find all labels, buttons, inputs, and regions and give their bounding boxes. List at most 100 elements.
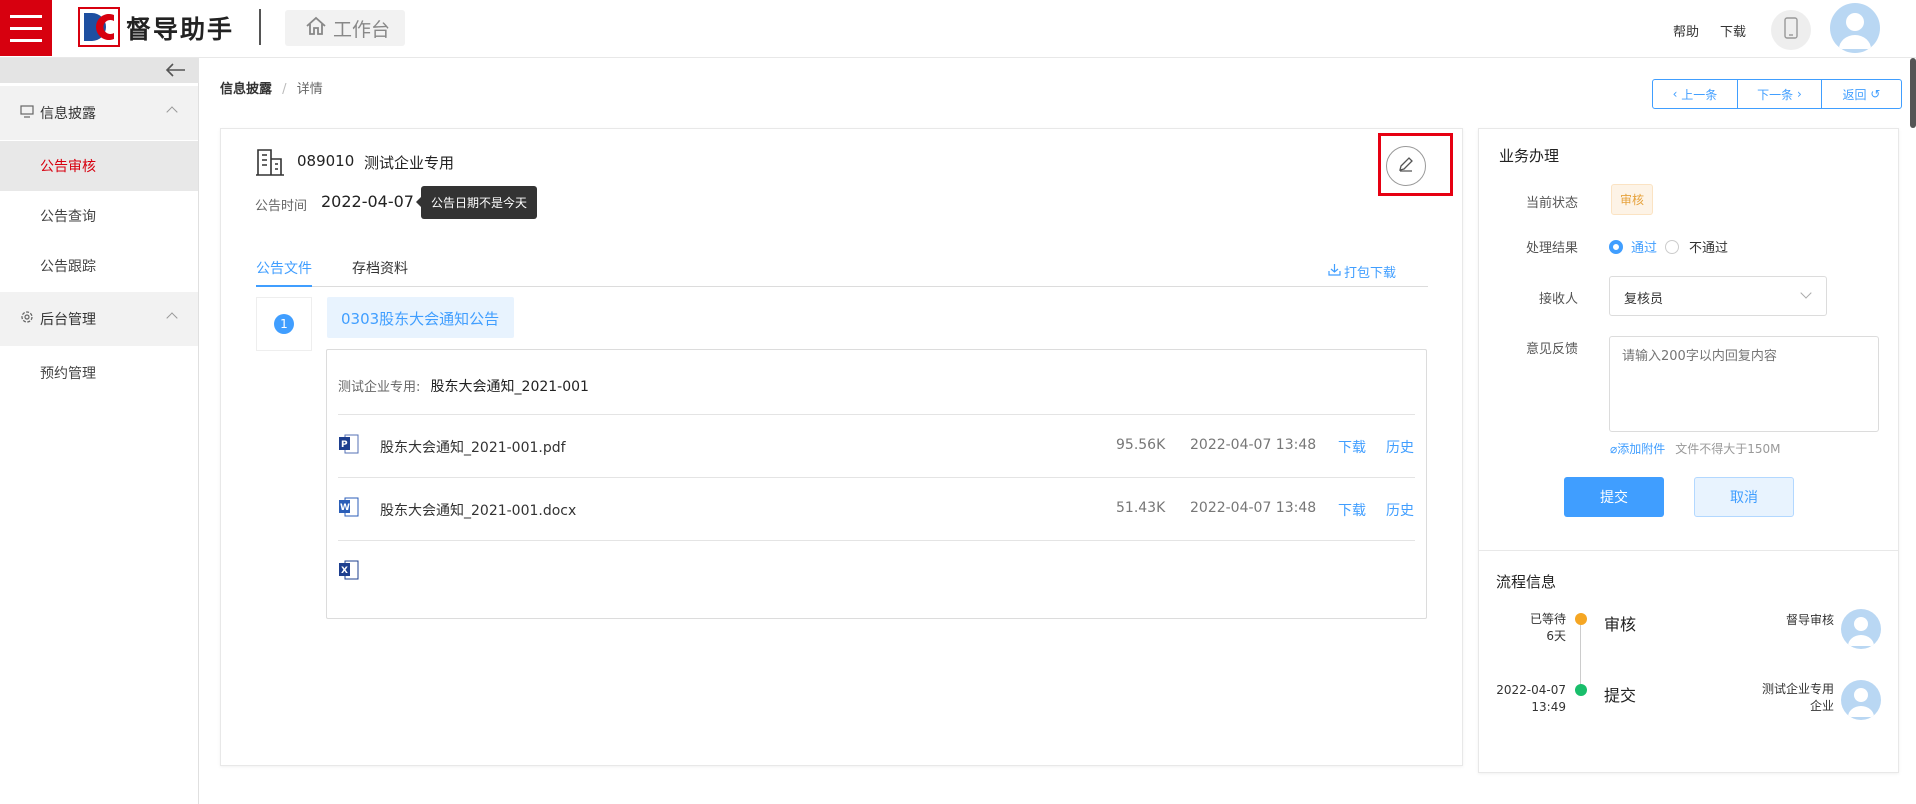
file-download-link[interactable]: 下载 <box>1338 437 1366 457</box>
user-avatar[interactable] <box>1830 3 1880 53</box>
attachment-hint: 文件不得大于150M <box>1675 442 1781 456</box>
document-prefix: 测试企业专用: <box>338 380 421 395</box>
process-step-user: 督导审核 <box>1785 613 1834 627</box>
feedback-label: 意见反馈 <box>1525 342 1578 357</box>
breadcrumb-separator: / <box>282 82 287 97</box>
monitor-icon <box>20 104 34 122</box>
brand-name: 督导助手 <box>126 15 235 44</box>
submit-button[interactable]: 提交 <box>1564 477 1664 517</box>
document-header: 测试企业专用: 股东大会通知_2021-001 <box>338 376 589 396</box>
radio-fail[interactable] <box>1665 239 1680 254</box>
add-attachment-label: 添加附件 <box>1617 442 1666 456</box>
file-download-link[interactable]: 下载 <box>1338 500 1366 520</box>
workspace-button[interactable]: 工作台 <box>285 10 405 46</box>
record-navigation: ‹ 上一条 下一条 › 返回 ↺ <box>1652 79 1902 109</box>
file-history-link[interactable]: 历史 <box>1386 437 1414 457</box>
sidebar-group-info-disclosure[interactable]: 信息披露 <box>0 86 198 140</box>
workspace-label: 工作台 <box>333 18 391 41</box>
panel-divider <box>1479 550 1898 551</box>
sidebar-item-appointment[interactable]: 预约管理 <box>0 348 198 398</box>
word-file-icon: W <box>338 496 360 518</box>
header-divider <box>259 9 261 45</box>
step-marker: 1 <box>256 297 312 351</box>
file-size: 95.56K <box>1116 437 1166 453</box>
back-label: 返回 <box>1842 87 1867 102</box>
file-row: W 股东大会通知_2021-001.docx 51.43K 2022-04-07… <box>338 478 1415 541</box>
receiver-value: 复核员 <box>1624 292 1664 307</box>
gear-icon <box>20 310 34 328</box>
back-button[interactable]: 返回 ↺ <box>1821 80 1901 108</box>
chevron-up-icon <box>166 106 178 118</box>
sidebar-item-label: 公告审核 <box>40 159 96 175</box>
tab-announcement-files[interactable]: 公告文件 <box>256 258 312 278</box>
sidebar-item-announcement-tracking[interactable]: 公告跟踪 <box>0 241 198 291</box>
pdf-file-icon: P <box>338 433 360 455</box>
active-tab-indicator <box>256 285 312 287</box>
radio-fail-label[interactable]: 不通过 <box>1689 237 1728 256</box>
sidebar-item-label: 预约管理 <box>40 366 96 382</box>
tab-archive[interactable]: 存档资料 <box>352 258 408 278</box>
menu-toggle-button[interactable] <box>0 0 52 56</box>
chevron-down-icon <box>1800 287 1812 299</box>
pack-download-button[interactable]: 打包下载 <box>1328 262 1396 281</box>
pack-download-label: 打包下载 <box>1344 266 1397 281</box>
process-title: 流程信息 <box>1496 573 1557 591</box>
next-button[interactable]: 下一条 › <box>1737 80 1821 108</box>
tab-divider <box>256 286 1428 287</box>
breadcrumb-parent[interactable]: 信息披露 <box>220 82 272 97</box>
svg-text:W: W <box>340 503 350 513</box>
sidebar-group-backend[interactable]: 后台管理 <box>0 292 198 346</box>
pencil-icon <box>1397 155 1415 177</box>
process-user-avatar <box>1841 680 1881 720</box>
add-attachment-link[interactable]: ⌀添加附件 <box>1610 440 1665 457</box>
breadcrumb-current: 详情 <box>296 82 323 97</box>
file-history-link[interactable]: 历史 <box>1386 500 1414 520</box>
process-step-name: 提交 <box>1604 686 1637 705</box>
feedback-textarea[interactable] <box>1609 336 1879 432</box>
download-icon <box>1328 263 1341 280</box>
scrollbar-thumb[interactable] <box>1910 58 1916 128</box>
svg-text:X: X <box>341 566 348 576</box>
cancel-button[interactable]: 取消 <box>1694 477 1794 517</box>
time-line-1: 已等待 <box>1529 612 1566 626</box>
attachment-row: ⌀添加附件 文件不得大于150M <box>1610 440 1781 457</box>
date-label: 公告时间 <box>255 199 308 214</box>
file-name: 股东大会通知_2021-001.docx <box>380 503 577 519</box>
document-name: 股东大会通知_2021-001 <box>430 379 589 395</box>
receiver-label: 接收人 <box>1538 292 1578 307</box>
next-label: 下一条 <box>1757 87 1794 102</box>
brand-logo <box>78 7 120 47</box>
chevron-up-icon <box>166 312 178 324</box>
process-step-time: 已等待 6天 <box>1490 611 1566 645</box>
mobile-button[interactable] <box>1771 10 1811 50</box>
announcement-title-chip[interactable]: 0303股东大会通知公告 <box>327 297 515 338</box>
sidebar-collapse-bar[interactable] <box>0 58 199 83</box>
download-link[interactable]: 下载 <box>1720 21 1746 40</box>
svg-text:P: P <box>341 440 348 450</box>
radio-pass[interactable] <box>1609 239 1623 254</box>
receiver-select[interactable]: 复核员 <box>1609 276 1827 316</box>
file-time: 2022-04-07 13:48 <box>1190 437 1317 453</box>
phone-icon <box>1784 17 1798 43</box>
prev-button[interactable]: ‹ 上一条 <box>1653 80 1737 108</box>
user-line-1: 测试企业专用 <box>1761 682 1834 696</box>
edit-button[interactable] <box>1386 146 1426 186</box>
tooltip-text: 公告日期不是今天 <box>431 196 528 210</box>
building-icon <box>255 147 285 181</box>
sidebar-item-announcement-review[interactable]: 公告审核 <box>0 141 198 191</box>
process-step-name: 审核 <box>1604 615 1637 634</box>
sidebar-group-label: 信息披露 <box>40 106 96 122</box>
process-step-time: 2022-04-07 13:49 <box>1490 682 1566 716</box>
help-link[interactable]: 帮助 <box>1673 21 1699 40</box>
file-row: P 股东大会通知_2021-001.pdf 95.56K 2022-04-07 … <box>338 415 1415 478</box>
home-icon <box>305 16 327 41</box>
announcement-code: 089010 <box>297 152 355 170</box>
status-label: 当前状态 <box>1525 196 1578 211</box>
radio-pass-label[interactable]: 通过 <box>1631 237 1657 256</box>
time-line-2: 6天 <box>1546 629 1566 643</box>
excel-file-icon: X <box>338 559 360 585</box>
prev-label: 上一条 <box>1681 87 1718 102</box>
sidebar-item-announcement-query[interactable]: 公告查询 <box>0 191 198 241</box>
arrow-left-icon[interactable] <box>164 62 186 82</box>
result-radio-group: 通过 不通过 <box>1609 237 1728 256</box>
